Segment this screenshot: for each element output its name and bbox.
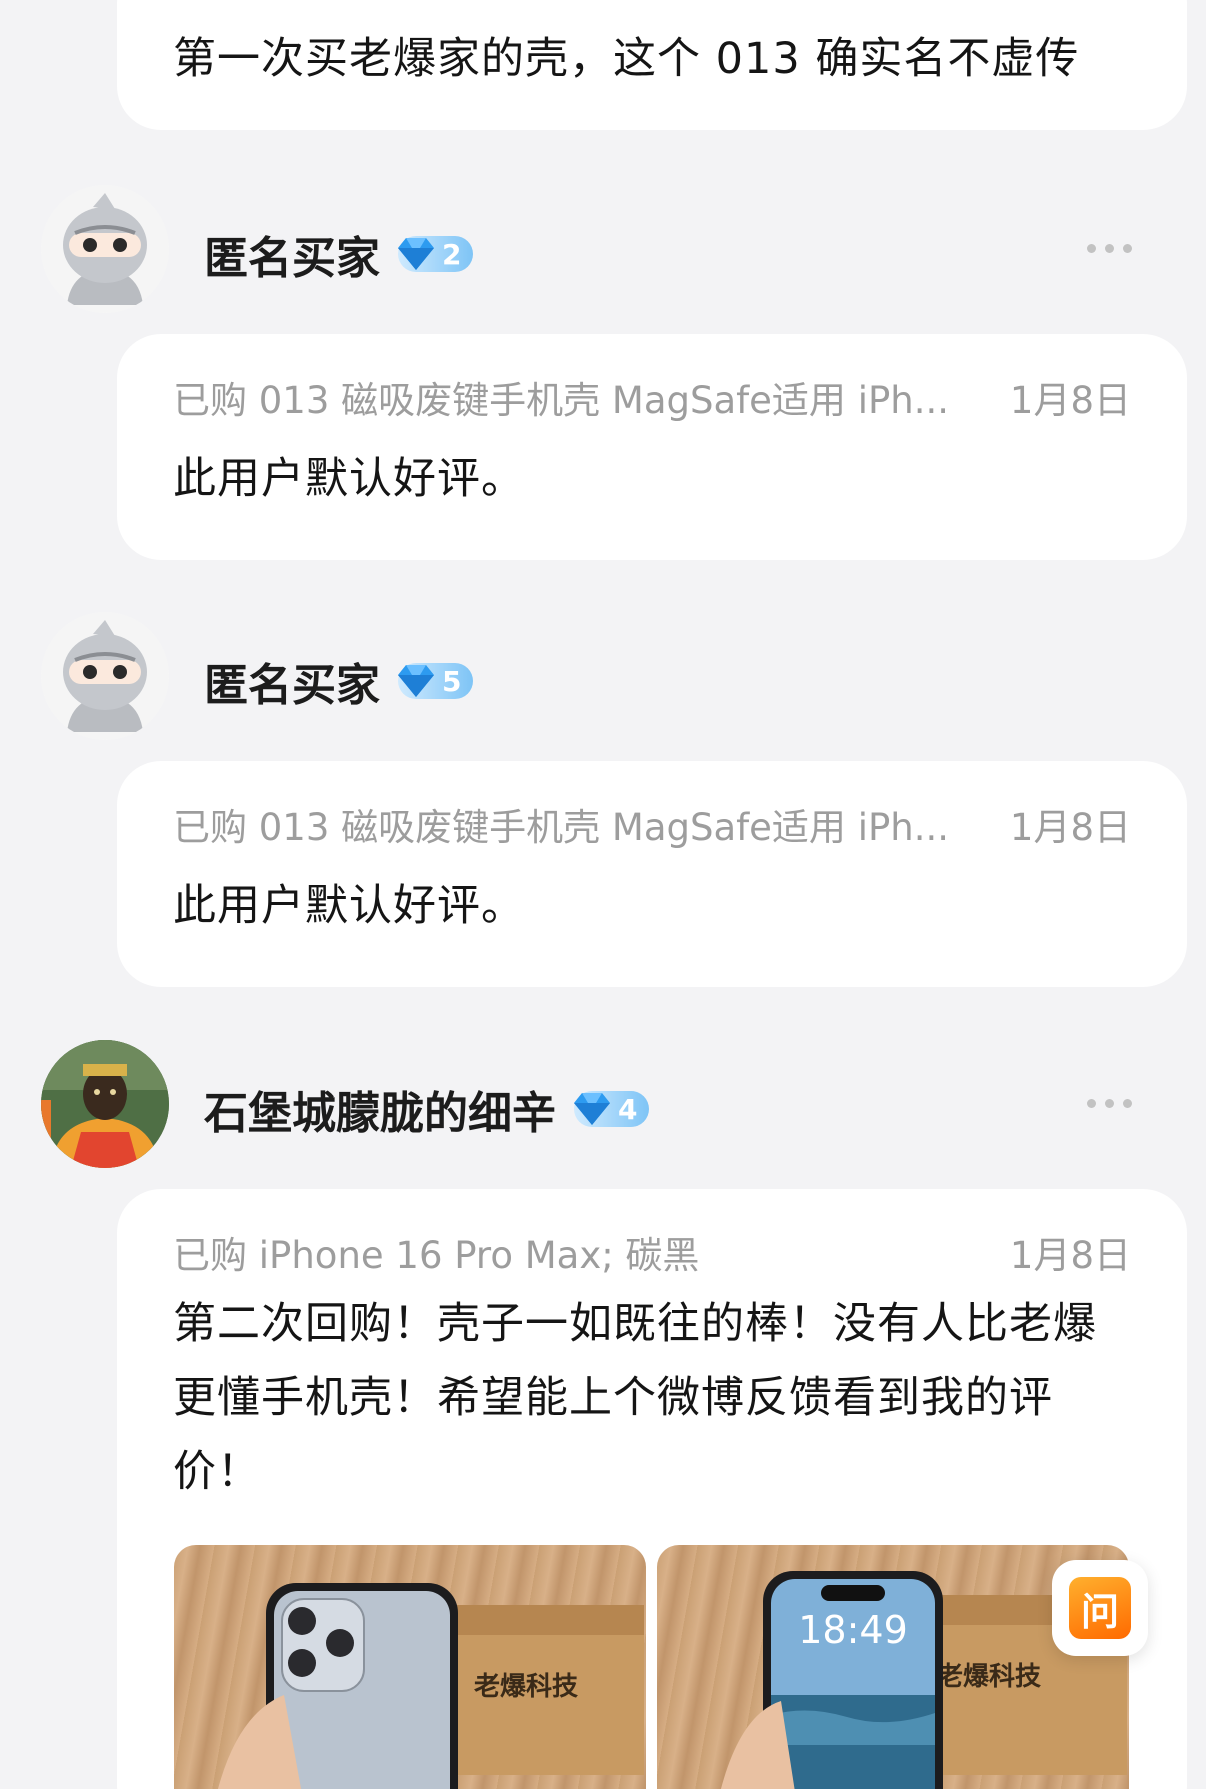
- username[interactable]: 匿名买家 5: [204, 649, 474, 713]
- level-number: 5: [442, 664, 462, 698]
- review-text: 此用户默认好评。: [173, 454, 525, 504]
- diamond-icon: [574, 1093, 610, 1125]
- level-number: 4: [618, 1092, 638, 1126]
- review-date: 1月8日: [1009, 806, 1131, 849]
- diamond-icon: [398, 665, 434, 697]
- avatar[interactable]: [41, 185, 169, 313]
- review-date: 1月8日: [1009, 1234, 1131, 1277]
- lock-screen-time: 18:49: [798, 1608, 908, 1652]
- review-text-line: 第二次回购！壳子一如既往的棒！没有人比老爆: [173, 1299, 1097, 1349]
- more-dots-icon[interactable]: [1087, 1099, 1132, 1108]
- level-badge: 4: [574, 1091, 650, 1127]
- purchased-item[interactable]: 已购 013 磁吸废键手机壳 MagSafe适用 iPh...: [173, 370, 949, 424]
- review-meta: 已购 iPhone 16 Pro Max; 碳黑 1月8日: [173, 1225, 1131, 1279]
- level-badge: 2: [398, 236, 474, 272]
- phone-back-photo: 老爆科技: [217, 1583, 644, 1789]
- review-text-line: 更懂手机壳！希望能上个微博反馈看到我的评: [173, 1373, 1053, 1423]
- ask-icon: 问: [1069, 1577, 1131, 1639]
- box-brand: 老爆科技: [937, 1662, 1041, 1692]
- level-number: 2: [442, 237, 462, 271]
- review-text: 此用户默认好评。: [173, 881, 525, 931]
- purchased-item[interactable]: 已购 013 磁吸废键手机壳 MagSafe适用 iPh...: [173, 797, 949, 851]
- ninja-avatar-icon: [41, 612, 169, 740]
- reviews-page: 第一次买老爆家的壳，这个 013 确实名不虚传 匿名买家 2 已购 013 磁吸…: [0, 0, 1206, 1789]
- ninja-avatar-icon: [41, 185, 169, 313]
- username-text: 石堡城朦胧的细辛: [204, 1088, 556, 1139]
- review-date: 1月8日: [1009, 379, 1131, 422]
- review-card: 已购 013 磁吸废键手机壳 MagSafe适用 iPh... 1月8日 此用户…: [117, 761, 1187, 987]
- review-text: 第一次买老爆家的壳，这个 013 确实名不虚传: [173, 34, 1080, 84]
- review-text: 第二次回购！壳子一如既往的棒！没有人比老爆 更懂手机壳！希望能上个微博反馈看到我…: [173, 1287, 1153, 1509]
- more-dots-icon[interactable]: [1087, 244, 1132, 253]
- username[interactable]: 石堡城朦胧的细辛 4: [204, 1077, 650, 1141]
- avatar[interactable]: [41, 1040, 169, 1168]
- review-meta: 已购 013 磁吸废键手机壳 MagSafe适用 iPh... 1月8日: [173, 797, 1131, 851]
- review-photo[interactable]: 老爆科技: [174, 1545, 646, 1789]
- review-text-line: 价！: [173, 1447, 261, 1497]
- diamond-icon: [398, 238, 434, 270]
- purchased-item[interactable]: 已购 iPhone 16 Pro Max; 碳黑: [173, 1225, 699, 1279]
- username[interactable]: 匿名买家 2: [204, 222, 474, 286]
- avatar[interactable]: [41, 612, 169, 740]
- username-text: 匿名买家: [204, 233, 380, 284]
- box-brand: 老爆科技: [474, 1672, 578, 1702]
- ask-button[interactable]: 问: [1052, 1560, 1148, 1656]
- review-meta: 已购 013 磁吸废键手机壳 MagSafe适用 iPh... 1月8日: [173, 370, 1131, 424]
- username-text: 匿名买家: [204, 660, 380, 711]
- monkey-king-avatar-icon: [41, 1040, 169, 1168]
- level-badge: 5: [398, 663, 474, 699]
- review-card-partial: 第一次买老爆家的壳，这个 013 确实名不虚传: [117, 0, 1187, 130]
- ask-label: 问: [1080, 1589, 1119, 1634]
- review-card: 已购 013 磁吸废键手机壳 MagSafe适用 iPh... 1月8日 此用户…: [117, 334, 1187, 560]
